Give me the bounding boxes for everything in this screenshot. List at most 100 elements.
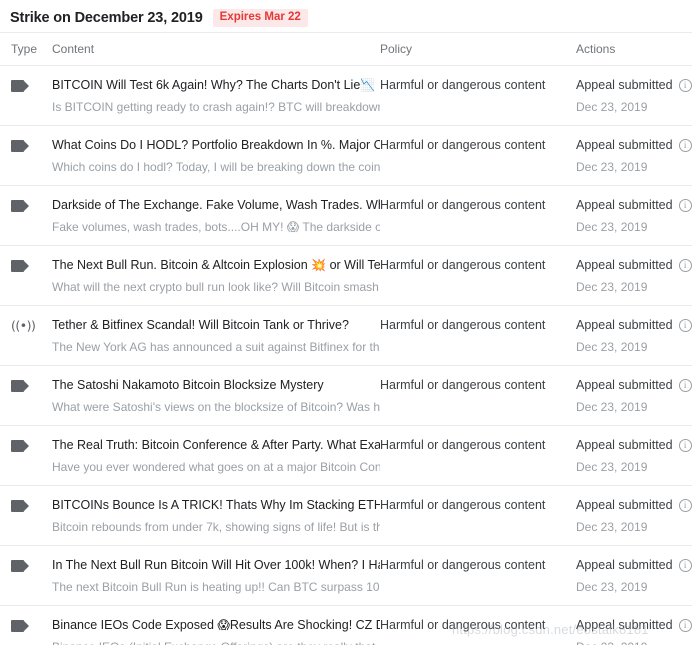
content-title[interactable]: The Next Bull Run. Bitcoin & Altcoin Exp…	[52, 257, 380, 273]
table-row[interactable]: In The Next Bull Run Bitcoin Will Hit Ov…	[0, 545, 692, 605]
policy-label: Harmful or dangerous content	[380, 318, 546, 332]
row-content-cell[interactable]: Tether & Bitfinex Scandal! Will Bitcoin …	[52, 317, 380, 355]
action-date: Dec 23, 2019	[576, 460, 648, 474]
title-emoji: 📉	[360, 78, 376, 92]
row-actions-cell: Appeal submitted i Dec 23, 2019	[576, 77, 692, 115]
video-icon	[11, 500, 29, 512]
row-policy-cell: Harmful or dangerous content	[380, 437, 576, 453]
video-icon	[11, 380, 29, 392]
strikes-table: Type Content Policy Actions BITCOIN Will…	[0, 32, 692, 645]
video-icon	[11, 80, 29, 92]
info-icon[interactable]: i	[678, 378, 692, 392]
content-title[interactable]: BITCOIN Will Test 6k Again! Why? The Cha…	[52, 77, 380, 93]
row-content-cell[interactable]: What Coins Do I HODL? Portfolio Breakdow…	[52, 137, 380, 175]
video-icon	[11, 440, 29, 452]
row-actions-cell: Appeal submitted i Dec 23, 2019	[576, 377, 692, 415]
row-policy-cell: Harmful or dangerous content	[380, 377, 576, 393]
table-header-row: Type Content Policy Actions	[0, 32, 692, 65]
action-date: Dec 23, 2019	[576, 280, 648, 294]
row-actions-cell: Appeal submitted i Dec 23, 2019	[576, 617, 692, 645]
content-description: What were Satoshi's views on the blocksi…	[52, 400, 380, 414]
appeal-status-group: Appeal submitted i	[576, 557, 692, 573]
row-content-cell[interactable]: The Next Bull Run. Bitcoin & Altcoin Exp…	[52, 257, 380, 295]
action-date: Dec 23, 2019	[576, 400, 648, 414]
row-type-cell	[0, 617, 52, 632]
table-row[interactable]: The Real Truth: Bitcoin Conference & Aft…	[0, 425, 692, 485]
table-row[interactable]: What Coins Do I HODL? Portfolio Breakdow…	[0, 125, 692, 185]
content-description: Bitcoin rebounds from under 7k, showing …	[52, 520, 380, 534]
row-content-cell[interactable]: BITCOINs Bounce Is A TRICK! Thats Why Im…	[52, 497, 380, 535]
action-date: Dec 23, 2019	[576, 100, 648, 114]
column-header-policy: Policy	[380, 42, 413, 56]
strike-header: Strike on December 23, 2019 Expires Mar …	[0, 0, 692, 32]
appeal-status-group: Appeal submitted i	[576, 137, 692, 153]
table-row[interactable]: BITCOIN Will Test 6k Again! Why? The Cha…	[0, 65, 692, 125]
status-badge: Appeal submitted	[576, 138, 673, 152]
row-policy-cell: Harmful or dangerous content	[380, 257, 576, 273]
row-content-cell[interactable]: The Satoshi Nakamoto Bitcoin Blocksize M…	[52, 377, 380, 415]
content-description: Binance IEOs (Initial Exchange Offerings…	[52, 639, 380, 645]
table-row[interactable]: ((•)) Tether & Bitfinex Scandal! Will Bit…	[0, 305, 692, 365]
info-icon[interactable]: i	[678, 618, 692, 632]
table-row[interactable]: Darkside of The Exchange. Fake Volume, W…	[0, 185, 692, 245]
table-row[interactable]: The Satoshi Nakamoto Bitcoin Blocksize M…	[0, 365, 692, 425]
content-title[interactable]: What Coins Do I HODL? Portfolio Breakdow…	[52, 137, 380, 153]
content-description: Fake volumes, wash trades, bots....OH MY…	[52, 220, 380, 234]
table-row[interactable]: BITCOINs Bounce Is A TRICK! Thats Why Im…	[0, 485, 692, 545]
policy-label: Harmful or dangerous content	[380, 438, 546, 452]
appeal-status-group: Appeal submitted i	[576, 197, 692, 213]
expires-badge: Expires Mar 22	[212, 8, 308, 28]
row-policy-cell: Harmful or dangerous content	[380, 137, 576, 153]
video-icon	[11, 140, 29, 152]
content-title[interactable]: Darkside of The Exchange. Fake Volume, W…	[52, 197, 380, 213]
row-type-cell	[0, 437, 52, 452]
row-type-cell	[0, 197, 52, 212]
info-icon[interactable]: i	[678, 318, 692, 332]
content-description: Have you ever wondered what goes on at a…	[52, 460, 380, 474]
status-badge: Appeal submitted	[576, 558, 673, 572]
appeal-status-group: Appeal submitted i	[576, 377, 692, 393]
row-actions-cell: Appeal submitted i Dec 23, 2019	[576, 317, 692, 355]
row-content-cell[interactable]: In The Next Bull Run Bitcoin Will Hit Ov…	[52, 557, 380, 595]
content-title[interactable]: Binance IEOs Code Exposed 😱Results Are S…	[52, 617, 380, 633]
row-actions-cell: Appeal submitted i Dec 23, 2019	[576, 257, 692, 295]
video-icon	[11, 560, 29, 572]
content-title[interactable]: The Satoshi Nakamoto Bitcoin Blocksize M…	[52, 377, 380, 393]
title-emoji: 😱	[217, 618, 230, 632]
appeal-status-group: Appeal submitted i	[576, 317, 692, 333]
status-badge: Appeal submitted	[576, 498, 673, 512]
info-icon[interactable]: i	[678, 438, 692, 452]
policy-label: Harmful or dangerous content	[380, 618, 546, 632]
video-icon	[11, 260, 29, 272]
row-type-cell	[0, 497, 52, 512]
status-badge: Appeal submitted	[576, 258, 673, 272]
info-icon[interactable]: i	[678, 78, 692, 92]
info-icon[interactable]: i	[678, 258, 692, 272]
content-title[interactable]: Tether & Bitfinex Scandal! Will Bitcoin …	[52, 317, 380, 333]
content-title[interactable]: BITCOINs Bounce Is A TRICK! Thats Why Im…	[52, 497, 380, 513]
row-content-cell[interactable]: Darkside of The Exchange. Fake Volume, W…	[52, 197, 380, 235]
row-actions-cell: Appeal submitted i Dec 23, 2019	[576, 497, 692, 535]
policy-label: Harmful or dangerous content	[380, 558, 546, 572]
info-icon[interactable]: i	[678, 558, 692, 572]
row-type-cell	[0, 257, 52, 272]
info-icon[interactable]: i	[678, 198, 692, 212]
strike-details-page: Strike on December 23, 2019 Expires Mar …	[0, 0, 692, 645]
appeal-status-group: Appeal submitted i	[576, 497, 692, 513]
appeal-status-group: Appeal submitted i	[576, 77, 692, 93]
info-icon[interactable]: i	[678, 498, 692, 512]
content-title[interactable]: In The Next Bull Run Bitcoin Will Hit Ov…	[52, 557, 380, 573]
action-date: Dec 23, 2019	[576, 580, 648, 594]
row-content-cell[interactable]: BITCOIN Will Test 6k Again! Why? The Cha…	[52, 77, 380, 115]
row-content-cell[interactable]: The Real Truth: Bitcoin Conference & Aft…	[52, 437, 380, 475]
status-badge: Appeal submitted	[576, 618, 673, 632]
table-row[interactable]: Binance IEOs Code Exposed 😱Results Are S…	[0, 605, 692, 645]
title-emoji: 💥	[311, 258, 327, 272]
table-row[interactable]: The Next Bull Run. Bitcoin & Altcoin Exp…	[0, 245, 692, 305]
info-icon[interactable]: i	[678, 138, 692, 152]
content-description: The next Bitcoin Bull Run is heating up!…	[52, 580, 380, 594]
content-title[interactable]: The Real Truth: Bitcoin Conference & Aft…	[52, 437, 380, 453]
status-badge: Appeal submitted	[576, 438, 673, 452]
row-content-cell[interactable]: Binance IEOs Code Exposed 😱Results Are S…	[52, 617, 380, 645]
content-description: Which coins do I hodl? Today, I will be …	[52, 160, 380, 174]
